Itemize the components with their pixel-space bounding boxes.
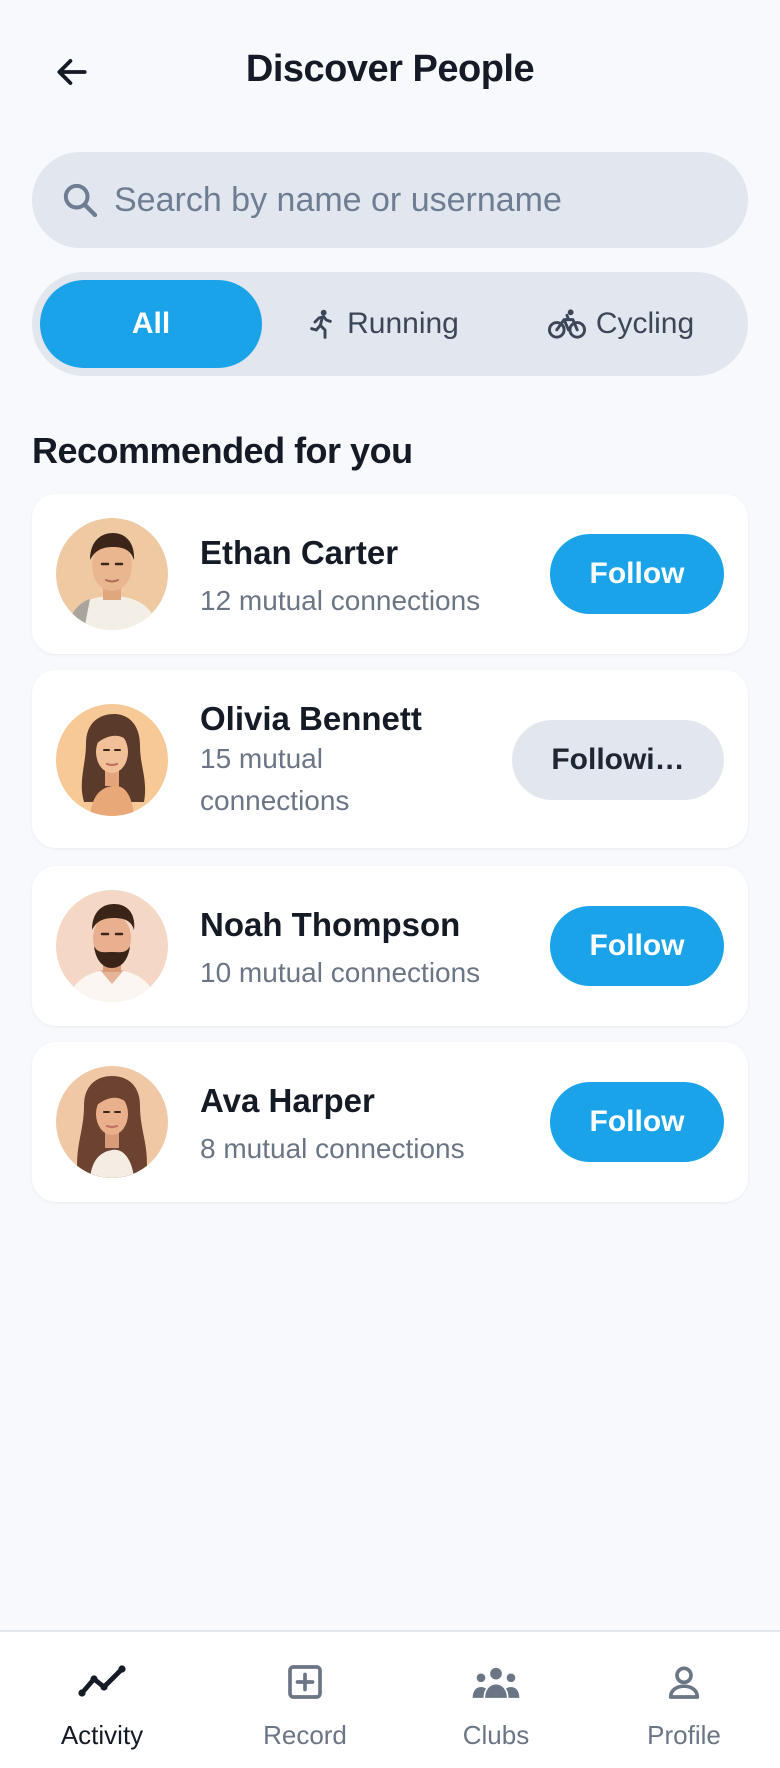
tab-record[interactable]: Record xyxy=(235,1632,375,1768)
filter-running-label: Running xyxy=(347,307,459,340)
tab-activity-label: Activity xyxy=(60,1720,144,1750)
record-icon xyxy=(288,1665,322,1699)
tab-activity[interactable]: Activity xyxy=(32,1632,172,1768)
avatar[interactable] xyxy=(56,518,168,630)
person-name[interactable]: Ava Harper xyxy=(200,1082,375,1120)
running-icon xyxy=(310,309,332,339)
mutual-connections: 8 mutual connections xyxy=(200,1133,465,1164)
search-icon xyxy=(63,183,98,218)
tab-clubs-label: Clubs xyxy=(462,1720,530,1750)
following-button[interactable]: Followi… xyxy=(512,720,724,800)
filter-cycling[interactable]: Cycling xyxy=(502,280,740,368)
avatar[interactable] xyxy=(56,1066,168,1178)
person-name[interactable]: Ethan Carter xyxy=(200,534,398,572)
mutual-connections: 15 mutual connections xyxy=(200,738,349,822)
search-bar[interactable] xyxy=(32,152,748,248)
mutual-connections-line: connections xyxy=(200,785,350,816)
person-card[interactable]: Olivia Bennett 15 mutual connections Fol… xyxy=(32,670,748,848)
tab-record-label: Record xyxy=(263,1720,347,1750)
follow-button[interactable]: Follow xyxy=(550,1082,724,1162)
bottom-tab-bar: Activity Record Clubs Profile xyxy=(0,1630,780,1768)
person-card[interactable]: Ethan Carter 12 mutual connections Follo… xyxy=(32,494,748,654)
tab-profile[interactable]: Profile xyxy=(614,1632,754,1768)
page-title: Discover People xyxy=(245,48,535,90)
activity-icon xyxy=(78,1665,126,1697)
filter-running[interactable]: Running xyxy=(262,280,502,368)
search-input[interactable] xyxy=(114,180,714,220)
filter-cycling-label: Cycling xyxy=(595,307,695,340)
person-name[interactable]: Noah Thompson xyxy=(200,906,460,944)
mutual-connections: 12 mutual connections xyxy=(200,585,481,616)
activity-filter-segmented-control: All Running Cycling xyxy=(32,272,748,376)
section-title: Recommended for you xyxy=(32,430,413,471)
clubs-icon xyxy=(472,1667,520,1698)
top-app-bar: Discover People xyxy=(0,0,780,146)
cycling-icon xyxy=(547,309,586,339)
person-card[interactable]: Ava Harper 8 mutual connections Follow xyxy=(32,1042,748,1202)
tab-clubs[interactable]: Clubs xyxy=(426,1632,566,1768)
profile-icon xyxy=(668,1666,700,1699)
avatar[interactable] xyxy=(56,704,168,816)
filter-all-label: All xyxy=(131,307,171,340)
mutual-connections-line: 15 mutual xyxy=(200,743,323,774)
person-card[interactable]: Noah Thompson 10 mutual connections Foll… xyxy=(32,866,748,1026)
follow-button[interactable]: Follow xyxy=(550,906,724,986)
person-name[interactable]: Olivia Bennett xyxy=(200,700,422,738)
mutual-connections: 10 mutual connections xyxy=(200,957,481,988)
tab-profile-label: Profile xyxy=(647,1720,721,1750)
avatar[interactable] xyxy=(56,890,168,1002)
follow-button[interactable]: Follow xyxy=(550,534,724,614)
filter-all[interactable]: All xyxy=(40,280,262,368)
